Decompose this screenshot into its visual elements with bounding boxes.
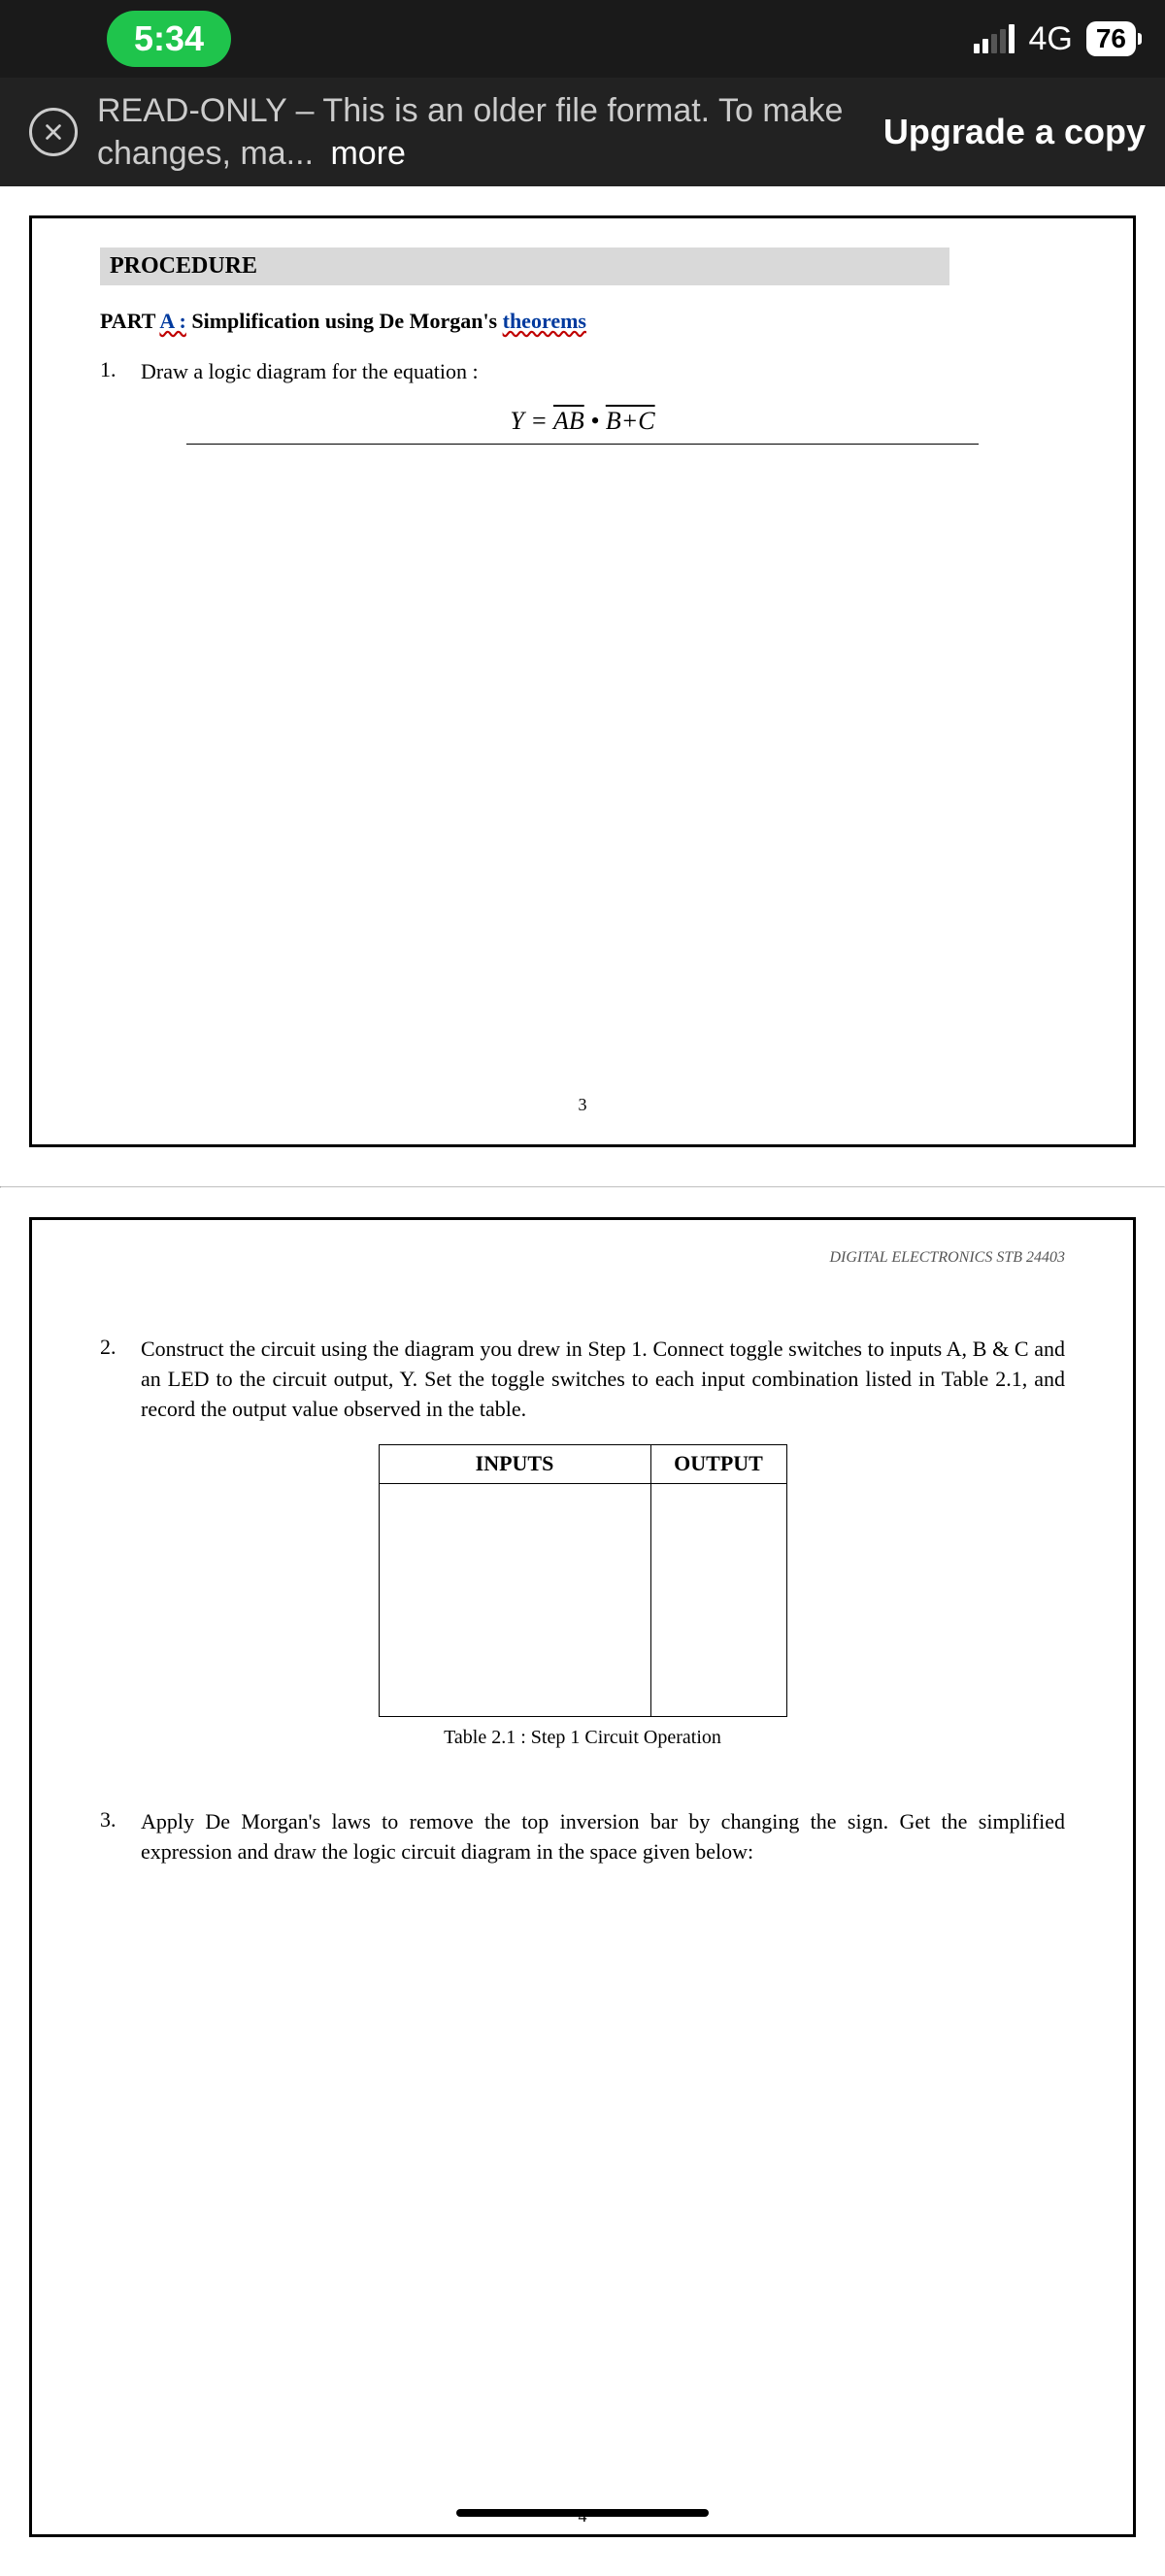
page-divider [0, 1186, 1165, 1188]
part-label: PART [100, 309, 159, 333]
table-caption: Table 2.1 : Step 1 Circuit Operation [100, 1727, 1065, 1749]
truth-table: INPUTS OUTPUT [379, 1444, 787, 1717]
step-1-number: 1. [100, 357, 129, 387]
step-2: 2. Construct the circuit using the diagr… [100, 1335, 1065, 1424]
table-header-output: OUTPUT [650, 1444, 786, 1483]
equation-underline [186, 444, 978, 445]
signal-icon [974, 24, 1015, 53]
part-a-heading: PART A : Simplification using De Morgan'… [100, 309, 1065, 334]
time-pill: 5:34 [107, 11, 231, 67]
step-1: 1. Draw a logic diagram for the equation… [100, 357, 1065, 387]
banner-prefix: READ-ONLY [97, 92, 286, 129]
network-label: 4G [1028, 20, 1072, 58]
table-header-inputs: INPUTS [379, 1444, 650, 1483]
step-2-number: 2. [100, 1335, 129, 1424]
procedure-heading: PROCEDURE [100, 248, 949, 285]
banner-message: READ-ONLY – This is an older file format… [97, 89, 864, 175]
page-number-4: 4 [32, 2506, 1133, 2526]
theorems-link: theorems [503, 309, 586, 333]
status-bar: 5:34 4G 76 [0, 0, 1165, 78]
step-3-text: Apply De Morgan's laws to remove the top… [141, 1807, 1065, 1867]
readonly-banner: READ-ONLY – This is an older file format… [0, 78, 1165, 186]
step-2-text: Construct the circuit using the diagram … [141, 1335, 1065, 1424]
document-viewport[interactable]: PROCEDURE PART A : Simplification using … [0, 215, 1165, 2537]
equation: Y = AB • B+C [245, 407, 920, 436]
part-title: Simplification using De Morgan's [186, 309, 503, 333]
eq-left: Y = [510, 407, 553, 435]
equation-link: equation : [393, 359, 478, 383]
eq-dot: • [584, 407, 606, 435]
step-1-text-a: Draw a logic diagram for the [141, 359, 393, 383]
step-3-number: 3. [100, 1807, 129, 1867]
page-number-3: 3 [32, 1095, 1133, 1115]
close-icon[interactable] [29, 108, 78, 156]
eq-term1: AB [553, 407, 584, 435]
step-1-text: Draw a logic diagram for the equation : [141, 357, 1065, 387]
document-page-4: DIGITAL ELECTRONICS STB 24403 2. Constru… [29, 1217, 1136, 2537]
eq-term2: B+C [606, 407, 655, 435]
document-header: DIGITAL ELECTRONICS STB 24403 [100, 1249, 1065, 1267]
battery-indicator: 76 [1086, 21, 1136, 56]
part-a-label: A : [159, 309, 186, 333]
document-page-3: PROCEDURE PART A : Simplification using … [29, 215, 1136, 1147]
status-right: 4G 76 [974, 20, 1136, 58]
step-3: 3. Apply De Morgan's laws to remove the … [100, 1807, 1065, 1867]
table-cell-output [650, 1483, 786, 1716]
table-cell-inputs [379, 1483, 650, 1716]
upgrade-button[interactable]: Upgrade a copy [883, 112, 1146, 152]
more-link[interactable]: more [330, 135, 405, 172]
